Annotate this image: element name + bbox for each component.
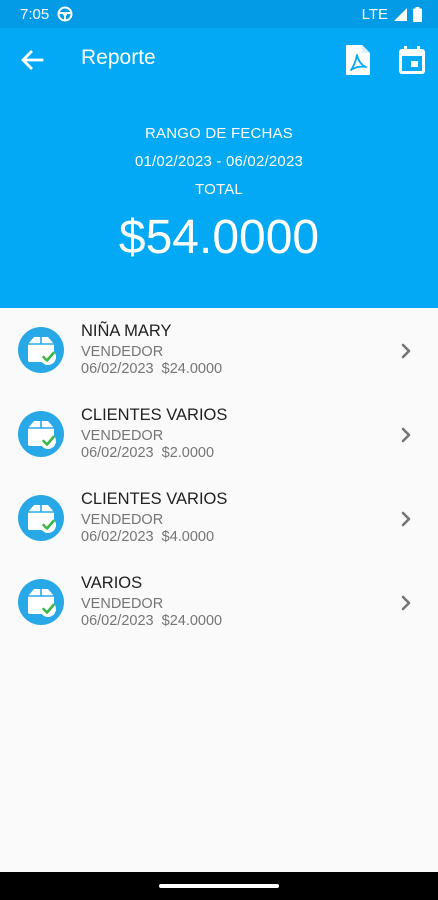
sale-date: 06/02/2023 (81, 529, 154, 545)
sale-details: 06/02/2023 $4.0000 (81, 529, 214, 545)
customer-name: CLIENTES VARIOS (81, 490, 228, 508)
box-check-icon (18, 579, 64, 625)
status-network: LTE (361, 5, 388, 23)
report-summary: RANGO DE FECHAS 01/02/2023 - 06/02/2023 … (0, 120, 438, 268)
seller-role: VENDEDOR (81, 596, 164, 612)
box-check-icon (18, 495, 64, 541)
sale-details: 06/02/2023 $2.0000 (81, 445, 214, 461)
chevron-right-icon (401, 595, 411, 611)
customer-name: CLIENTES VARIOS (81, 406, 228, 424)
list-item[interactable]: VARIOS VENDEDOR 06/02/2023 $24.0000 (0, 560, 438, 644)
customer-name: VARIOS (81, 574, 143, 592)
status-app-icon (57, 6, 73, 22)
list-item[interactable]: CLIENTES VARIOS VENDEDOR 06/02/2023 $4.0… (0, 476, 438, 560)
seller-role: VENDEDOR (81, 428, 164, 444)
sale-date: 06/02/2023 (81, 613, 154, 629)
system-nav-bar (0, 872, 438, 900)
box-check-icon (18, 327, 64, 373)
chevron-right-icon (401, 343, 411, 359)
sales-list: NIÑA MARY VENDEDOR 06/02/2023 $24.0000 C… (0, 308, 438, 644)
sale-amount: $24.0000 (161, 361, 223, 377)
calendar-icon[interactable] (396, 44, 428, 76)
chevron-right-icon (401, 427, 411, 443)
sale-amount: $4.0000 (161, 529, 215, 545)
status-bar: 7:05 LTE (0, 0, 438, 28)
sale-date: 06/02/2023 (81, 361, 154, 377)
battery-icon (413, 6, 422, 22)
total-label: TOTAL (195, 181, 243, 198)
status-time: 7:05 (20, 5, 50, 23)
customer-name: NIÑA MARY (81, 322, 172, 340)
arrow-back-icon[interactable] (18, 46, 46, 74)
list-item[interactable]: NIÑA MARY VENDEDOR 06/02/2023 $24.0000 (0, 308, 438, 392)
box-check-icon (18, 411, 64, 457)
page-title: Reporte (81, 46, 156, 69)
sale-amount: $24.0000 (161, 613, 223, 629)
app-bar: Reporte (0, 28, 438, 92)
sale-amount: $2.0000 (161, 445, 215, 461)
pdf-file-icon[interactable] (344, 44, 372, 76)
total-amount: $54.0000 (118, 211, 320, 264)
chevron-right-icon (401, 511, 411, 527)
report-header: Reporte RANGO DE FECHAS 01/02/2023 - 06/… (0, 28, 438, 308)
date-range-value: 01/02/2023 - 06/02/2023 (134, 153, 304, 170)
home-gesture-handle[interactable] (159, 884, 279, 888)
sale-details: 06/02/2023 $24.0000 (81, 361, 222, 377)
sale-details: 06/02/2023 $24.0000 (81, 613, 222, 629)
date-range-label: RANGO DE FECHAS (144, 125, 294, 142)
signal-icon (394, 7, 407, 21)
sale-date: 06/02/2023 (81, 445, 154, 461)
seller-role: VENDEDOR (81, 344, 164, 360)
list-item[interactable]: CLIENTES VARIOS VENDEDOR 06/02/2023 $2.0… (0, 392, 438, 476)
seller-role: VENDEDOR (81, 512, 164, 528)
